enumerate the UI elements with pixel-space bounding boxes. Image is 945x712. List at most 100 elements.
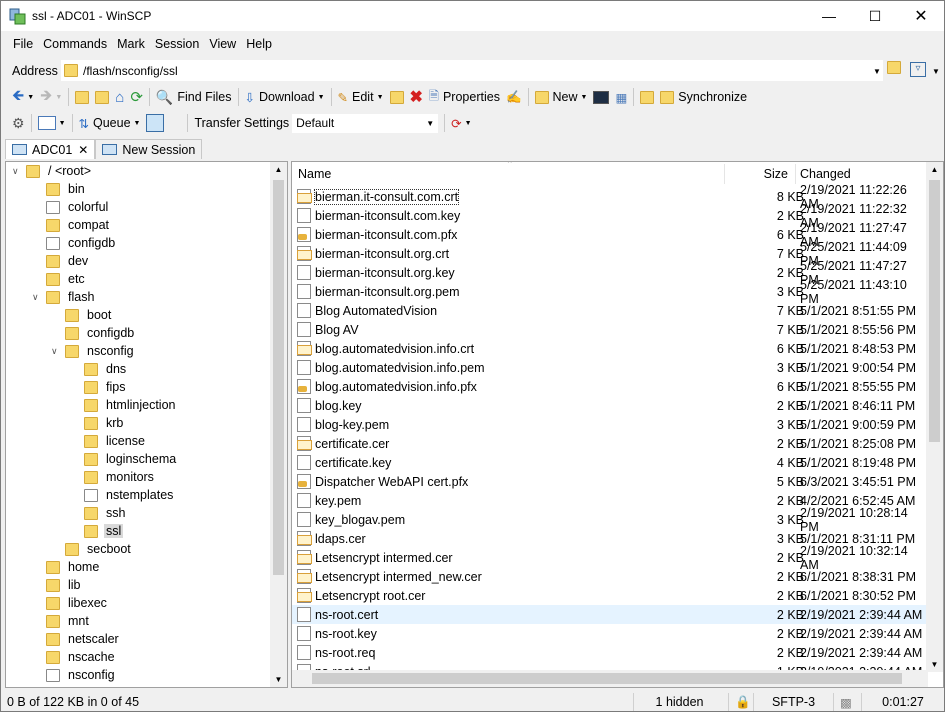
address-dropdown-icon[interactable]: ▼ xyxy=(873,67,881,76)
home-icon[interactable]: ⌂ xyxy=(112,86,127,108)
file-row[interactable]: Blog AutomatedVision 7 KB 5/1/2021 8:51:55… xyxy=(292,301,928,320)
close-tab-icon[interactable]: ✕ xyxy=(78,143,88,157)
tree-item[interactable]: compat xyxy=(46,216,111,234)
file-row[interactable]: ns-root.cert 2 KB 2/19/2021 2:39:44 AM xyxy=(292,605,928,624)
forward-icon[interactable]: 🡺 ▼ xyxy=(37,86,65,108)
console-icon[interactable] xyxy=(590,86,612,108)
file-hscroll-thumb[interactable] xyxy=(312,673,902,684)
edit-button[interactable]: ✎ Edit ▼ xyxy=(335,86,387,108)
open-directory-icon[interactable] xyxy=(887,61,901,74)
tree-item[interactable]: secboot xyxy=(65,540,133,558)
file-row[interactable]: ns-root.key 2 KB 2/19/2021 2:39:44 AM xyxy=(292,624,928,643)
file-row[interactable]: key_blogav.pem 3 KB 2/19/2021 10:28:14 PM xyxy=(292,506,928,534)
download-button[interactable]: ⇩ Download ▼ xyxy=(242,86,328,108)
file-row[interactable]: blog.automatedvision.info.crt 6 KB 5/1/202… xyxy=(292,339,928,358)
putty-icon[interactable]: ▦ xyxy=(612,86,630,108)
tree-item[interactable]: dns xyxy=(84,360,128,378)
tree-item[interactable]: bin xyxy=(46,180,87,198)
delete-icon[interactable]: ✖ xyxy=(407,86,426,108)
file-row[interactable]: Letsencrypt intermed_new.cer 2 KB 6/1/2021… xyxy=(292,567,928,586)
tree-scroll-thumb[interactable] xyxy=(273,180,284,575)
tree-scrollbar[interactable]: ▲ ▼ xyxy=(270,162,287,687)
menu-view[interactable]: View xyxy=(205,37,240,51)
chevron-down-icon[interactable]: ∨ xyxy=(51,346,58,357)
tree-item[interactable]: ssh xyxy=(84,504,127,522)
tree-item[interactable]: license xyxy=(84,432,147,450)
parent-directory-icon[interactable] xyxy=(72,86,92,108)
chevron-down-icon[interactable]: ∨ xyxy=(12,166,19,177)
tab-new-session[interactable]: New Session xyxy=(95,139,203,159)
column-divider[interactable] xyxy=(795,164,796,184)
scroll-down-icon[interactable]: ▼ xyxy=(270,675,287,684)
tree-item[interactable]: etc xyxy=(46,270,87,288)
queue-button[interactable]: ⇅ Queue ▼ xyxy=(76,112,144,134)
tree-item[interactable]: nsconfig xyxy=(46,666,117,684)
tree-item[interactable]: netscaler xyxy=(46,630,121,648)
transfer-settings-select[interactable]: Default ▼ xyxy=(292,113,439,133)
find-files-button[interactable]: 🔍 Find Files xyxy=(153,86,235,108)
file-row[interactable]: blog.automatedvision.info.pfx 6 KB 5/1/202… xyxy=(292,377,928,396)
file-row[interactable]: certificate.cer 2 KB 5/1/2021 8:25:08 PM xyxy=(292,434,928,453)
scroll-down-icon[interactable]: ▼ xyxy=(926,660,943,669)
compare-directories-icon[interactable] xyxy=(637,86,657,108)
tree-item[interactable]: configdb xyxy=(46,234,117,252)
move-icon[interactable] xyxy=(387,86,407,108)
file-row[interactable]: blog-key.pem 3 KB 5/1/2021 9:00:59 PM xyxy=(292,415,928,434)
column-name[interactable]: Name xyxy=(298,167,331,181)
tree-item[interactable]: nstemplates xyxy=(84,486,175,504)
close-button[interactable]: ✕ xyxy=(898,1,944,31)
tree-item[interactable]: ∨ nsconfig xyxy=(51,342,136,360)
tree-item[interactable]: dev xyxy=(46,252,90,270)
tree-item[interactable]: fips xyxy=(84,378,127,396)
preferences-gear-icon[interactable]: ⚙ xyxy=(9,112,28,134)
tree-item[interactable]: lib xyxy=(46,576,83,594)
back-icon[interactable]: 🡸 ▼ xyxy=(9,86,37,108)
tree-item[interactable]: home xyxy=(46,558,101,576)
file-row[interactable]: Letsencrypt intermed.cer 2 KB 2/19/2021 10… xyxy=(292,544,928,572)
minimize-button[interactable]: — xyxy=(806,1,852,31)
lock-icon[interactable]: 🔒 xyxy=(728,693,751,711)
file-list-hscrollbar[interactable] xyxy=(292,670,928,687)
menu-commands[interactable]: Commands xyxy=(39,37,111,51)
filter-icon[interactable]: ▿ xyxy=(910,62,926,77)
tree-item[interactable]: htmlinjection xyxy=(84,396,177,414)
tree-item[interactable]: configdb xyxy=(65,324,136,342)
file-row[interactable]: Blog AV 7 KB 5/1/2021 8:55:56 PM xyxy=(292,320,928,339)
tree-item[interactable]: ∨ flash xyxy=(32,288,96,306)
menu-mark[interactable]: Mark xyxy=(113,37,149,51)
tab-adc01[interactable]: ADC01 ✕ xyxy=(5,139,96,159)
tree-item[interactable]: colorful xyxy=(46,198,110,216)
tree-item-selected[interactable]: ssl xyxy=(84,522,124,540)
file-row[interactable]: Dispatcher WebAPI cert.pfx 5 KB 6/3/2021 3… xyxy=(292,472,928,491)
queue-toggle-icon[interactable] xyxy=(143,112,167,134)
file-row[interactable]: ns-root.req 2 KB 2/19/2021 2:39:44 AM xyxy=(292,643,928,662)
tree-item[interactable]: nscache xyxy=(46,648,117,666)
maximize-button[interactable]: ☐ xyxy=(852,1,898,31)
chevron-down-icon[interactable]: ∨ xyxy=(32,292,39,303)
file-scroll-thumb[interactable] xyxy=(929,180,940,442)
refresh-icon[interactable]: ⟳ xyxy=(127,86,146,108)
file-row[interactable]: Letsencrypt root.cer 2 KB 6/1/2021 8:30:52… xyxy=(292,586,928,605)
tree-item[interactable]: krb xyxy=(84,414,125,432)
scroll-up-icon[interactable]: ▲ xyxy=(270,165,287,174)
properties-button[interactable]: 🗎 Properties xyxy=(426,86,503,108)
file-row[interactable]: blog.key 2 KB 5/1/2021 8:46:11 PM xyxy=(292,396,928,415)
new-button[interactable]: New ▼ xyxy=(532,86,591,108)
synchronize-button[interactable]: Synchronize xyxy=(657,86,750,108)
file-row[interactable]: certificate.key 4 KB 5/1/2021 8:19:48 PM xyxy=(292,453,928,472)
filter-dropdown-icon[interactable]: ▼ xyxy=(932,67,940,76)
tree-item[interactable]: monitors xyxy=(84,468,156,486)
address-input[interactable]: /flash/nsconfig/ssl xyxy=(61,60,883,81)
tree-item[interactable]: loginschema xyxy=(84,450,178,468)
tree-item[interactable]: boot xyxy=(65,306,113,324)
menu-file[interactable]: File xyxy=(9,37,37,51)
file-list-scrollbar[interactable]: ▲ ▼ xyxy=(926,162,943,672)
menu-help[interactable]: Help xyxy=(242,37,276,51)
file-row[interactable]: bierman-itconsult.org.pem 3 KB 5/25/2021 1… xyxy=(292,278,928,306)
hidden-files-status[interactable]: 1 hidden xyxy=(633,693,725,711)
root-directory-icon[interactable] xyxy=(92,86,112,108)
rename-icon[interactable]: ✍ xyxy=(503,86,525,108)
tree-item[interactable]: ∨ / <root> xyxy=(12,162,93,180)
column-changed[interactable]: Changed xyxy=(800,167,851,181)
layout-icon[interactable]: ▼ xyxy=(35,112,69,134)
